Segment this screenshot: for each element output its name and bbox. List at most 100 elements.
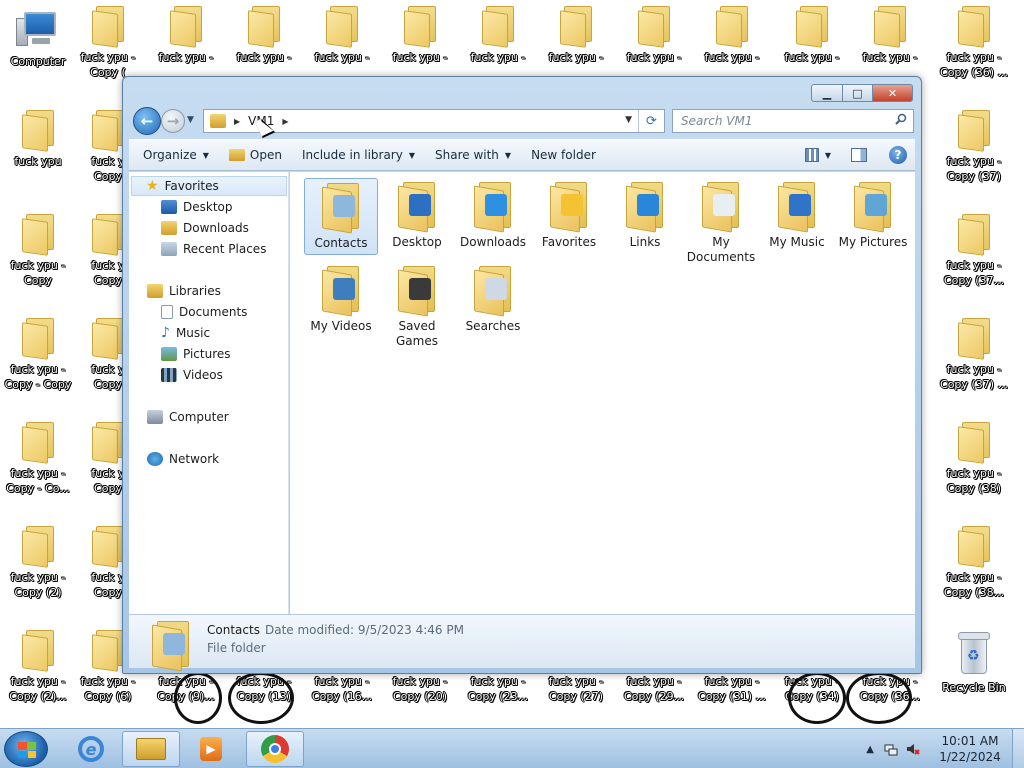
include-label: Include in library	[301, 148, 403, 162]
desktop-icon-folder[interactable]: fuck ypu -	[150, 4, 222, 65]
recycle-bin-icon: ♻	[957, 632, 991, 676]
refresh-icon[interactable]: ⟳	[638, 110, 664, 132]
desktop-icon-folder[interactable]: fuck ypu	[2, 108, 74, 169]
nav-item-pictures[interactable]: Pictures	[129, 344, 231, 364]
folder-item-downloads[interactable]: Downloads	[456, 178, 530, 253]
organize-menu[interactable]: Organize ▼	[129, 140, 219, 170]
folder-item-links[interactable]: Links	[608, 178, 682, 253]
desktop-icon-folder[interactable]: fuck ypu - Copy (38)	[938, 420, 1010, 496]
volume-muted-icon[interactable]	[906, 742, 920, 756]
desktop-icon-computer[interactable]: Computer	[2, 8, 74, 69]
desktop-icon-recycle-bin[interactable]: ♻ Recycle Bin	[938, 632, 1010, 695]
taskbar-media-player[interactable]: ▶	[182, 731, 240, 767]
address-dropdown-icon[interactable]: ▼	[625, 115, 632, 125]
change-view-icon[interactable]	[804, 148, 819, 162]
desktop-icon-label: fuck ypu - Copy (6)	[80, 675, 136, 703]
taskbar-internet-explorer[interactable]: e	[62, 731, 120, 767]
nav-item-network[interactable]: Network	[129, 449, 219, 469]
desktop-icon-folder[interactable]: fuck ypu - Copy (38...	[938, 524, 1010, 600]
file-list[interactable]: Contacts Desktop Downloads Favorites Links My…	[290, 172, 915, 614]
search-box[interactable]: Search VM1	[672, 109, 914, 133]
view-controls: ▼ ?	[804, 146, 907, 164]
desktop-icon-folder[interactable]: fuck ypu - Copy (37)	[938, 108, 1010, 184]
recent-pages-dropdown[interactable]: ▼	[187, 115, 194, 125]
folder-icon	[714, 6, 750, 48]
details-item-type: File folder	[207, 641, 266, 655]
preview-pane-icon[interactable]	[851, 148, 867, 162]
folder-item-my-documents[interactable]: My Documents	[684, 178, 758, 268]
back-button[interactable]: ←	[133, 107, 161, 135]
nav-item-music[interactable]: ♪ Music	[129, 323, 210, 343]
close-button[interactable]: ✕	[873, 84, 913, 102]
desktop-icon-folder[interactable]: fuck ypu -	[306, 4, 378, 65]
folder-item-contacts[interactable]: Contacts	[304, 178, 378, 255]
desktop-icon-folder[interactable]: fuck ypu - Copy - Co...	[2, 420, 74, 496]
nav-item-documents[interactable]: Documents	[129, 302, 247, 322]
nav-item-favorites[interactable]: ★ Favorites	[131, 176, 287, 196]
folder-item-label: Desktop	[392, 235, 442, 249]
desktop-icon-folder[interactable]: fuck ypu - Copy	[2, 212, 74, 288]
include-in-library-menu[interactable]: Include in library ▼	[292, 140, 425, 170]
folder-item-saved-games[interactable]: Saved Games	[380, 262, 454, 352]
share-with-menu[interactable]: Share with ▼	[425, 140, 521, 170]
desktop-icon-folder[interactable]: fuck ypu - Copy (2)...	[2, 628, 74, 704]
minimize-button[interactable]: ▁	[811, 84, 843, 102]
desktop-icon-folder[interactable]: fuck ypu -	[384, 4, 456, 65]
forward-button[interactable]: →	[161, 109, 185, 133]
windows-explorer-icon	[136, 738, 166, 760]
scribble-mark	[788, 672, 846, 724]
desktop-icon-folder[interactable]: fuck ypu - Copy (36) ...	[938, 4, 1010, 80]
folder-item-desktop[interactable]: Desktop	[380, 178, 454, 253]
desktop-icon-folder[interactable]: fuck ypu - Copy - Copy	[2, 316, 74, 392]
folder-item-my-pictures[interactable]: My Pictures	[836, 178, 910, 253]
desktop-icon-folder[interactable]: fuck ypu - Copy (	[72, 4, 144, 80]
show-desktop-button[interactable]	[1012, 729, 1024, 768]
start-button[interactable]	[4, 731, 48, 767]
nav-item-libraries[interactable]: Libraries	[129, 281, 221, 301]
navigation-pane: ★ Favorites Desktop Downloads Recent Plac…	[129, 172, 289, 614]
nav-item-recent-places[interactable]: Recent Places	[129, 239, 266, 259]
desktop-icon-folder[interactable]: fuck ypu -	[854, 4, 926, 65]
nav-item-label: Videos	[183, 368, 223, 382]
folder-icon	[699, 182, 743, 233]
documents-icon	[161, 305, 173, 319]
desktop-icon-folder[interactable]: fuck ypu -	[462, 4, 534, 65]
details-pane: Contacts Date modified: 9/5/2023 4:46 PM…	[129, 614, 915, 672]
system-clock[interactable]: 10:01 AM 1/22/2024	[928, 733, 1012, 765]
desktop-icon-folder[interactable]: fuck ypu -	[540, 4, 612, 65]
nav-item-computer[interactable]: Computer	[129, 407, 229, 427]
new-folder-button[interactable]: New folder	[521, 140, 606, 170]
search-icon[interactable]	[895, 113, 907, 125]
media-player-icon: ▶	[200, 737, 222, 761]
nav-item-desktop[interactable]: Desktop	[129, 197, 233, 217]
network-status-icon[interactable]	[884, 742, 898, 756]
help-icon[interactable]: ?	[889, 146, 907, 164]
desktop-icon-folder[interactable]: fuck ypu - Copy (37) ...	[938, 316, 1010, 392]
desktop-icon-folder[interactable]: fuck ypu - Copy (2)	[2, 524, 74, 600]
breadcrumb-chevron-icon[interactable]: ▶	[234, 117, 240, 126]
taskbar-windows-explorer[interactable]	[122, 731, 180, 767]
open-button[interactable]: Open	[219, 140, 292, 170]
explorer-window[interactable]: ▁ □ ✕ ← → ▼ ▶ VM1 ▶ ▼ ⟳ Search VM1 Organ…	[122, 76, 922, 674]
libraries-icon	[147, 284, 163, 298]
breadcrumb-chevron-icon[interactable]: ▶	[282, 117, 288, 126]
maximize-button[interactable]: □	[843, 84, 873, 102]
folder-icon	[623, 182, 667, 233]
desktop-icon-folder[interactable]: fuck ypu -	[696, 4, 768, 65]
desktop-icon-folder[interactable]: fuck ypu -	[618, 4, 690, 65]
nav-item-downloads[interactable]: Downloads	[129, 218, 249, 238]
folder-item-favorites[interactable]: Favorites	[532, 178, 606, 253]
taskbar-chrome[interactable]	[246, 731, 304, 767]
show-hidden-icons-icon[interactable]: ▲	[866, 744, 874, 755]
folder-item-searches[interactable]: Searches	[456, 262, 530, 337]
folder-item-my-music[interactable]: My Music	[760, 178, 834, 253]
desktop-icon-folder[interactable]: fuck ypu -	[776, 4, 848, 65]
desktop-icon-folder[interactable]: fuck ypu -	[228, 4, 300, 65]
search-input[interactable]: Search VM1	[681, 114, 753, 128]
folder-item-my-videos[interactable]: My Videos	[304, 262, 378, 337]
view-options-dropdown-icon[interactable]: ▼	[825, 151, 831, 160]
nav-item-videos[interactable]: Videos	[129, 365, 223, 385]
desktop-icon-folder[interactable]: fuck ypu - Copy (37...	[938, 212, 1010, 288]
desktop-icon-label: fuck ypu - Copy (16...	[311, 675, 373, 703]
folder-item-label: Links	[629, 235, 661, 249]
